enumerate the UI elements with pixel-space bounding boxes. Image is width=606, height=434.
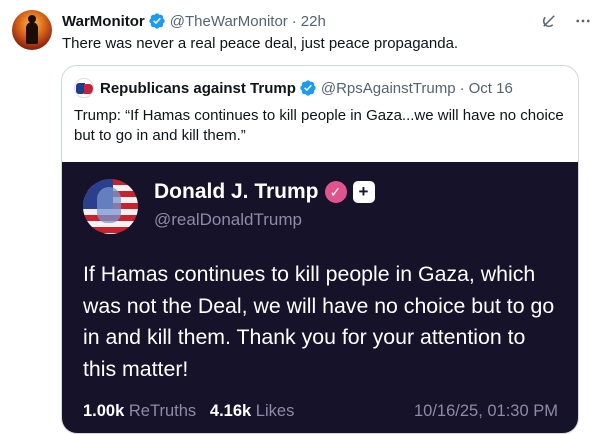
quoted-tweet-header: Republicans against Trump @RpsAgainstTru… bbox=[74, 78, 513, 98]
likes-count: 4.16k bbox=[209, 402, 252, 420]
truth-header: Donald J. Trump ✓ + bbox=[154, 180, 375, 204]
post-time[interactable]: 22h bbox=[301, 13, 326, 30]
truth-social-screenshot[interactable]: Donald J. Trump ✓ + @realDonaldTrump If … bbox=[62, 162, 578, 433]
retruths-label: ReTruths bbox=[128, 402, 197, 420]
verified-badge-icon bbox=[149, 13, 165, 29]
more-icon[interactable] bbox=[572, 11, 594, 31]
tweet-header: WarMonitor @TheWarMonitor · 22h bbox=[62, 11, 326, 31]
truth-author-name: Donald J. Trump bbox=[154, 180, 319, 203]
tweet[interactable]: WarMonitor @TheWarMonitor · 22h There wa… bbox=[0, 0, 606, 434]
author-avatar[interactable] bbox=[12, 10, 52, 50]
quoted-date: Oct 16 bbox=[468, 79, 513, 97]
quoted-author-name: Republicans against Trump bbox=[100, 79, 296, 97]
separator-dot: · bbox=[291, 12, 297, 30]
truth-stats: 1.00k ReTruths 4.16k Likes bbox=[83, 402, 294, 421]
author-name[interactable]: WarMonitor bbox=[62, 13, 145, 30]
likes-label: Likes bbox=[255, 402, 295, 420]
quoted-author-handle: @RpsAgainstTrump bbox=[320, 79, 456, 97]
truth-author-avatar bbox=[83, 179, 138, 234]
truth-body: If Hamas continues to kill people in Gaz… bbox=[83, 262, 555, 381]
tweet-actions-top bbox=[538, 11, 594, 31]
quoted-tweet[interactable]: Republicans against Trump @RpsAgainstTru… bbox=[61, 65, 579, 434]
truth-timestamp: 10/16/25, 01:30 PM bbox=[413, 402, 558, 420]
truth-verified-icon: ✓ bbox=[324, 181, 347, 203]
avatar-figure bbox=[26, 15, 38, 44]
truth-author-handle: @realDonaldTrump bbox=[154, 210, 302, 229]
tweet-text: There was never a real peace deal, just … bbox=[62, 35, 459, 52]
plus-icon: + bbox=[352, 181, 375, 203]
retruths-count: 1.00k bbox=[83, 402, 125, 420]
separator-dot: · bbox=[459, 79, 465, 97]
author-handle[interactable]: @TheWarMonitor bbox=[170, 13, 288, 30]
quoted-author-avatar bbox=[74, 78, 94, 98]
quoted-tweet-text: Trump: “If Hamas continues to kill peopl… bbox=[74, 107, 564, 144]
verified-badge-icon bbox=[300, 80, 316, 96]
avatar-face bbox=[97, 187, 121, 223]
grok-icon[interactable] bbox=[538, 11, 560, 31]
